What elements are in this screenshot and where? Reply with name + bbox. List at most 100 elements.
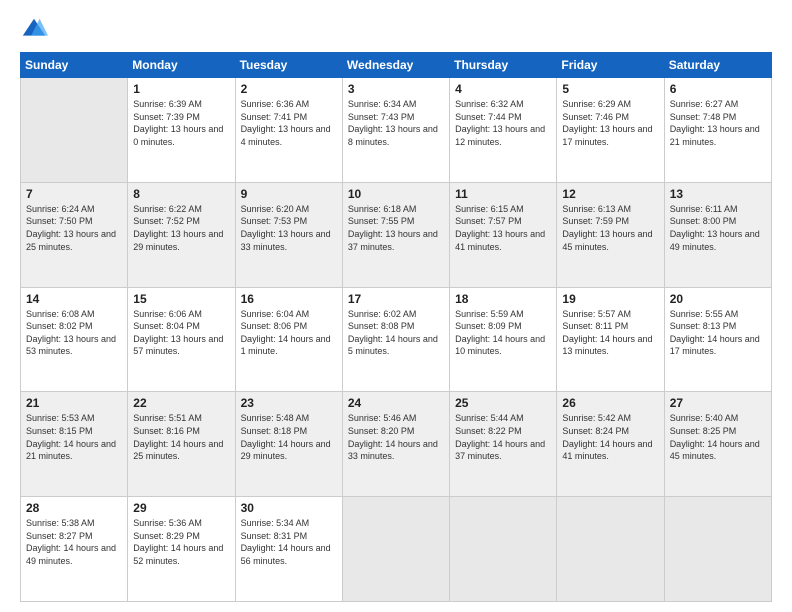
- sunset: Sunset: 7:43 PM: [348, 111, 444, 124]
- sunrise: Sunrise: 5:48 AM: [241, 412, 337, 425]
- week-row-0: 1Sunrise: 6:39 AMSunset: 7:39 PMDaylight…: [21, 78, 772, 183]
- daylight: Daylight: 13 hours and 17 minutes.: [562, 123, 658, 148]
- day-info: Sunrise: 5:48 AMSunset: 8:18 PMDaylight:…: [241, 412, 337, 462]
- day-info: Sunrise: 6:02 AMSunset: 8:08 PMDaylight:…: [348, 308, 444, 358]
- daylight: Daylight: 13 hours and 37 minutes.: [348, 228, 444, 253]
- sunset: Sunset: 8:24 PM: [562, 425, 658, 438]
- sunset: Sunset: 8:04 PM: [133, 320, 229, 333]
- day-number: 14: [26, 292, 122, 306]
- sunset: Sunset: 7:57 PM: [455, 215, 551, 228]
- daylight: Daylight: 13 hours and 49 minutes.: [670, 228, 766, 253]
- calendar-table: SundayMondayTuesdayWednesdayThursdayFrid…: [20, 52, 772, 602]
- sunset: Sunset: 8:09 PM: [455, 320, 551, 333]
- calendar-cell: 4Sunrise: 6:32 AMSunset: 7:44 PMDaylight…: [450, 78, 557, 183]
- sunrise: Sunrise: 6:36 AM: [241, 98, 337, 111]
- day-info: Sunrise: 5:53 AMSunset: 8:15 PMDaylight:…: [26, 412, 122, 462]
- sunrise: Sunrise: 5:46 AM: [348, 412, 444, 425]
- day-info: Sunrise: 5:57 AMSunset: 8:11 PMDaylight:…: [562, 308, 658, 358]
- calendar-cell: 1Sunrise: 6:39 AMSunset: 7:39 PMDaylight…: [128, 78, 235, 183]
- day-number: 21: [26, 396, 122, 410]
- daylight: Daylight: 14 hours and 37 minutes.: [455, 438, 551, 463]
- day-info: Sunrise: 5:42 AMSunset: 8:24 PMDaylight:…: [562, 412, 658, 462]
- calendar-cell: 16Sunrise: 6:04 AMSunset: 8:06 PMDayligh…: [235, 287, 342, 392]
- week-row-2: 14Sunrise: 6:08 AMSunset: 8:02 PMDayligh…: [21, 287, 772, 392]
- daylight: Daylight: 14 hours and 45 minutes.: [670, 438, 766, 463]
- day-number: 25: [455, 396, 551, 410]
- day-info: Sunrise: 6:06 AMSunset: 8:04 PMDaylight:…: [133, 308, 229, 358]
- calendar-cell: 5Sunrise: 6:29 AMSunset: 7:46 PMDaylight…: [557, 78, 664, 183]
- sunset: Sunset: 8:00 PM: [670, 215, 766, 228]
- daylight: Daylight: 14 hours and 13 minutes.: [562, 333, 658, 358]
- sunrise: Sunrise: 5:38 AM: [26, 517, 122, 530]
- sunset: Sunset: 8:02 PM: [26, 320, 122, 333]
- sunrise: Sunrise: 6:29 AM: [562, 98, 658, 111]
- sunrise: Sunrise: 6:13 AM: [562, 203, 658, 216]
- sunset: Sunset: 7:48 PM: [670, 111, 766, 124]
- day-number: 24: [348, 396, 444, 410]
- calendar-cell: [342, 497, 449, 602]
- day-info: Sunrise: 6:36 AMSunset: 7:41 PMDaylight:…: [241, 98, 337, 148]
- calendar-cell: 15Sunrise: 6:06 AMSunset: 8:04 PMDayligh…: [128, 287, 235, 392]
- day-number: 8: [133, 187, 229, 201]
- day-number: 3: [348, 82, 444, 96]
- col-header-tuesday: Tuesday: [235, 53, 342, 78]
- daylight: Daylight: 13 hours and 45 minutes.: [562, 228, 658, 253]
- sunset: Sunset: 7:39 PM: [133, 111, 229, 124]
- daylight: Daylight: 14 hours and 17 minutes.: [670, 333, 766, 358]
- calendar-cell: [21, 78, 128, 183]
- day-info: Sunrise: 6:24 AMSunset: 7:50 PMDaylight:…: [26, 203, 122, 253]
- sunrise: Sunrise: 5:59 AM: [455, 308, 551, 321]
- calendar-cell: 24Sunrise: 5:46 AMSunset: 8:20 PMDayligh…: [342, 392, 449, 497]
- daylight: Daylight: 14 hours and 21 minutes.: [26, 438, 122, 463]
- calendar-cell: 8Sunrise: 6:22 AMSunset: 7:52 PMDaylight…: [128, 182, 235, 287]
- sunset: Sunset: 7:55 PM: [348, 215, 444, 228]
- header: [20, 16, 772, 44]
- day-number: 4: [455, 82, 551, 96]
- sunset: Sunset: 8:15 PM: [26, 425, 122, 438]
- daylight: Daylight: 13 hours and 21 minutes.: [670, 123, 766, 148]
- daylight: Daylight: 13 hours and 57 minutes.: [133, 333, 229, 358]
- calendar-cell: 14Sunrise: 6:08 AMSunset: 8:02 PMDayligh…: [21, 287, 128, 392]
- calendar-cell: 18Sunrise: 5:59 AMSunset: 8:09 PMDayligh…: [450, 287, 557, 392]
- col-header-monday: Monday: [128, 53, 235, 78]
- day-number: 26: [562, 396, 658, 410]
- calendar-cell: 23Sunrise: 5:48 AMSunset: 8:18 PMDayligh…: [235, 392, 342, 497]
- day-number: 9: [241, 187, 337, 201]
- sunrise: Sunrise: 6:15 AM: [455, 203, 551, 216]
- calendar-cell: 7Sunrise: 6:24 AMSunset: 7:50 PMDaylight…: [21, 182, 128, 287]
- week-row-1: 7Sunrise: 6:24 AMSunset: 7:50 PMDaylight…: [21, 182, 772, 287]
- calendar-cell: 30Sunrise: 5:34 AMSunset: 8:31 PMDayligh…: [235, 497, 342, 602]
- day-info: Sunrise: 5:44 AMSunset: 8:22 PMDaylight:…: [455, 412, 551, 462]
- daylight: Daylight: 14 hours and 10 minutes.: [455, 333, 551, 358]
- day-number: 20: [670, 292, 766, 306]
- col-header-sunday: Sunday: [21, 53, 128, 78]
- week-row-3: 21 Sunrise: 5:53 AMSunset: 8:15 PMDayligh…: [21, 392, 772, 497]
- logo-icon: [20, 16, 48, 44]
- sunset: Sunset: 8:27 PM: [26, 530, 122, 543]
- calendar-cell: 28Sunrise: 5:38 AMSunset: 8:27 PMDayligh…: [21, 497, 128, 602]
- calendar-cell: 3Sunrise: 6:34 AMSunset: 7:43 PMDaylight…: [342, 78, 449, 183]
- sunrise: Sunrise: 6:32 AM: [455, 98, 551, 111]
- day-info: Sunrise: 5:36 AMSunset: 8:29 PMDaylight:…: [133, 517, 229, 567]
- day-info: Sunrise: 6:11 AMSunset: 8:00 PMDaylight:…: [670, 203, 766, 253]
- sunset: Sunset: 8:16 PM: [133, 425, 229, 438]
- logo: [20, 16, 52, 44]
- calendar-cell: [664, 497, 771, 602]
- sunrise: Sunrise: 6:06 AM: [133, 308, 229, 321]
- sunrise: Sunrise: 5:51 AM: [133, 412, 229, 425]
- sunrise: Sunrise: 6:04 AM: [241, 308, 337, 321]
- sunset: Sunset: 8:29 PM: [133, 530, 229, 543]
- sunrise: Sunrise: 5:40 AM: [670, 412, 766, 425]
- calendar-cell: 9Sunrise: 6:20 AMSunset: 7:53 PMDaylight…: [235, 182, 342, 287]
- calendar-cell: 21 Sunrise: 5:53 AMSunset: 8:15 PMDayligh…: [21, 392, 128, 497]
- calendar-cell: 22Sunrise: 5:51 AMSunset: 8:16 PMDayligh…: [128, 392, 235, 497]
- calendar-cell: 13Sunrise: 6:11 AMSunset: 8:00 PMDayligh…: [664, 182, 771, 287]
- sunset: Sunset: 8:31 PM: [241, 530, 337, 543]
- sunrise: Sunrise: 6:34 AM: [348, 98, 444, 111]
- daylight: Daylight: 14 hours and 49 minutes.: [26, 542, 122, 567]
- sunset: Sunset: 7:53 PM: [241, 215, 337, 228]
- day-info: Sunrise: 6:18 AMSunset: 7:55 PMDaylight:…: [348, 203, 444, 253]
- sunset: Sunset: 7:46 PM: [562, 111, 658, 124]
- daylight: Daylight: 14 hours and 1 minute.: [241, 333, 337, 358]
- daylight: Daylight: 13 hours and 41 minutes.: [455, 228, 551, 253]
